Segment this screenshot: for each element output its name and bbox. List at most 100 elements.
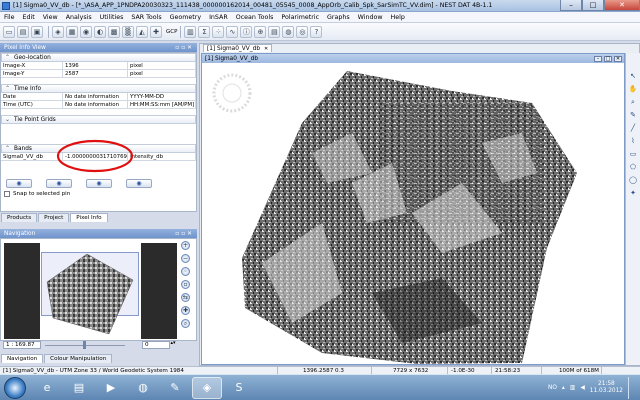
ellipse-tool-icon[interactable]: ◯ — [628, 175, 638, 185]
info-icon[interactable]: ⓘ — [240, 25, 253, 38]
language-indicator[interactable]: NO — [548, 385, 557, 391]
rotation-field[interactable]: 0 — [142, 341, 170, 349]
zoom-out-icon[interactable]: − — [181, 254, 190, 263]
help-icon[interactable]: ? — [310, 25, 323, 38]
zoom-slider-thumb[interactable] — [83, 341, 86, 349]
maximize-icon[interactable]: □ — [604, 55, 612, 62]
network-icon[interactable]: ▥ — [570, 385, 575, 391]
tab-navigation[interactable]: Navigation — [1, 354, 44, 363]
magic-wand-icon[interactable]: ✦ — [628, 188, 638, 198]
menu-edit[interactable]: Edit — [19, 14, 39, 21]
clock[interactable]: 21:58 11.03.2012 — [590, 381, 623, 395]
navigation-thumbnail[interactable] — [45, 252, 139, 338]
table-row: Image-Y 2587 pixel — [1, 69, 196, 78]
tab-pixel-info[interactable]: Pixel Info — [70, 213, 108, 222]
panel-controls-icon[interactable]: ▫▫✕ — [175, 45, 197, 51]
collapse-icon[interactable]: ⌃ — [5, 85, 11, 92]
export-button[interactable]: ◉ — [126, 179, 152, 188]
line-tool-icon[interactable]: ╱ — [628, 123, 638, 133]
menu-graphs[interactable]: Graphs — [323, 14, 354, 21]
menu-analysis[interactable]: Analysis — [62, 14, 96, 21]
minimize-icon[interactable]: – — [594, 55, 602, 62]
tie-point-grids-section[interactable]: ⌄ Tie Point Grids — [1, 115, 196, 124]
scatter-icon[interactable]: ⁘ — [212, 25, 225, 38]
new-icon[interactable]: ▭ — [3, 25, 15, 38]
nest-taskbar-icon[interactable]: ◈ — [192, 376, 222, 399]
geocode-icon[interactable]: ⊕ — [254, 25, 267, 38]
sync-views-icon[interactable]: ⇆ — [181, 293, 190, 302]
paint-taskbar-icon[interactable]: ✎ — [160, 377, 190, 399]
ie-taskbar-icon[interactable]: e — [32, 377, 62, 399]
menu-ocean-tools[interactable]: Ocean Tools — [232, 14, 278, 21]
zoom-pixel-icon[interactable]: ◦ — [181, 267, 190, 276]
polyline-tool-icon[interactable]: ⌇ — [628, 136, 638, 146]
spinner-icon[interactable]: ▴▾ — [170, 341, 176, 349]
tab-project[interactable]: Project — [38, 213, 70, 222]
media-player-taskbar-icon[interactable]: ▶ — [96, 377, 126, 399]
menu-window[interactable]: Window — [354, 14, 387, 21]
graph-builder-icon[interactable]: ◈ — [52, 25, 64, 38]
tray-arrow-icon[interactable]: ▴ — [562, 385, 565, 391]
refresh-button[interactable]: ◉ — [6, 179, 32, 188]
menu-view[interactable]: View — [39, 14, 62, 21]
save-icon[interactable]: ▣ — [31, 25, 43, 38]
maximize-button[interactable]: □ — [582, 0, 604, 11]
multilook-icon[interactable]: ▩ — [108, 25, 120, 38]
tab-products[interactable]: Products — [1, 213, 38, 222]
close-tab-icon[interactable]: ✕ — [264, 46, 268, 52]
zoom-in-icon[interactable]: + — [181, 241, 190, 250]
zoom-factor-field[interactable]: 1 : 169.87 — [3, 341, 41, 349]
firefox-taskbar-icon[interactable]: ◍ — [128, 377, 158, 399]
explorer-taskbar-icon[interactable]: ▤ — [64, 377, 94, 399]
orbit-icon[interactable]: ◉ — [80, 25, 92, 38]
layer-icon[interactable]: ▤ — [268, 25, 281, 38]
zoom-all-icon[interactable]: ▫ — [181, 280, 190, 289]
histogram-icon[interactable]: ▥ — [184, 25, 197, 38]
speckle-icon[interactable]: ▒ — [122, 25, 134, 38]
zoom-tool-icon[interactable]: ⌕ — [628, 97, 638, 107]
pin-button[interactable]: ◉ — [46, 179, 72, 188]
start-button[interactable] — [4, 376, 26, 399]
statistics-icon[interactable]: Σ — [198, 25, 211, 38]
minimize-button[interactable]: – — [560, 0, 582, 11]
select-tool-icon[interactable]: ↖ — [628, 71, 638, 81]
volume-icon[interactable]: ◀ — [580, 385, 584, 391]
title-bar: [1] Sigma0_VV_db - [*_\ASA_APP_1PNDPA200… — [0, 0, 640, 12]
pan-tool-icon[interactable]: ✋ — [628, 84, 638, 94]
batch-icon[interactable]: ▦ — [66, 25, 78, 38]
sync-cursor-icon[interactable]: ✚ — [181, 306, 190, 315]
snap-checkbox[interactable] — [4, 191, 10, 197]
menu-utilities[interactable]: Utilities — [96, 14, 128, 21]
skype-taskbar-icon[interactable]: S — [224, 377, 254, 399]
zoom-tool-icon[interactable]: ⌕ — [181, 319, 190, 328]
gcp-icon[interactable]: ✚ — [150, 25, 162, 38]
polygon-tool-icon[interactable]: ⬠ — [628, 162, 638, 172]
menu-insar[interactable]: InSAR — [205, 14, 232, 21]
show-desktop-button[interactable] — [628, 377, 636, 399]
terrain-icon[interactable]: ◭ — [136, 25, 148, 38]
close-icon[interactable]: ✕ — [614, 55, 622, 62]
menu-geometry[interactable]: Geometry — [166, 14, 205, 21]
menu-polarimetric[interactable]: Polarimetric — [277, 14, 323, 21]
profile-icon[interactable]: ∿ — [226, 25, 239, 38]
row-unit: pixel — [128, 61, 196, 70]
globe-icon[interactable]: ◎ — [296, 25, 309, 38]
collapse-icon[interactable]: ⌃ — [5, 54, 11, 61]
menu-sar-tools[interactable]: SAR Tools — [127, 14, 165, 21]
collapse-icon[interactable]: ⌃ — [5, 145, 11, 152]
filter-button[interactable]: ◉ — [86, 179, 112, 188]
expand-icon[interactable]: ⌄ — [5, 116, 11, 123]
panel-controls-icon[interactable]: ▫▫✕ — [175, 231, 197, 237]
close-button[interactable]: ✕ — [604, 0, 640, 11]
compass-icon[interactable] — [212, 73, 252, 113]
document-tab[interactable]: [1] Sigma0_VV_db ✕ — [203, 44, 273, 52]
menu-file[interactable]: File — [0, 14, 19, 21]
calibrate-icon[interactable]: ◐ — [94, 25, 106, 38]
sar-image-canvas[interactable] — [202, 63, 624, 364]
menu-help[interactable]: Help — [386, 14, 408, 21]
tab-colour-manipulation[interactable]: Colour Manipulation — [44, 354, 113, 363]
rectangle-tool-icon[interactable]: ▭ — [628, 149, 638, 159]
pin-tool-icon[interactable]: ✎ — [628, 110, 638, 120]
world-map-icon[interactable]: ◍ — [282, 25, 295, 38]
open-icon[interactable]: ▤ — [17, 25, 29, 38]
